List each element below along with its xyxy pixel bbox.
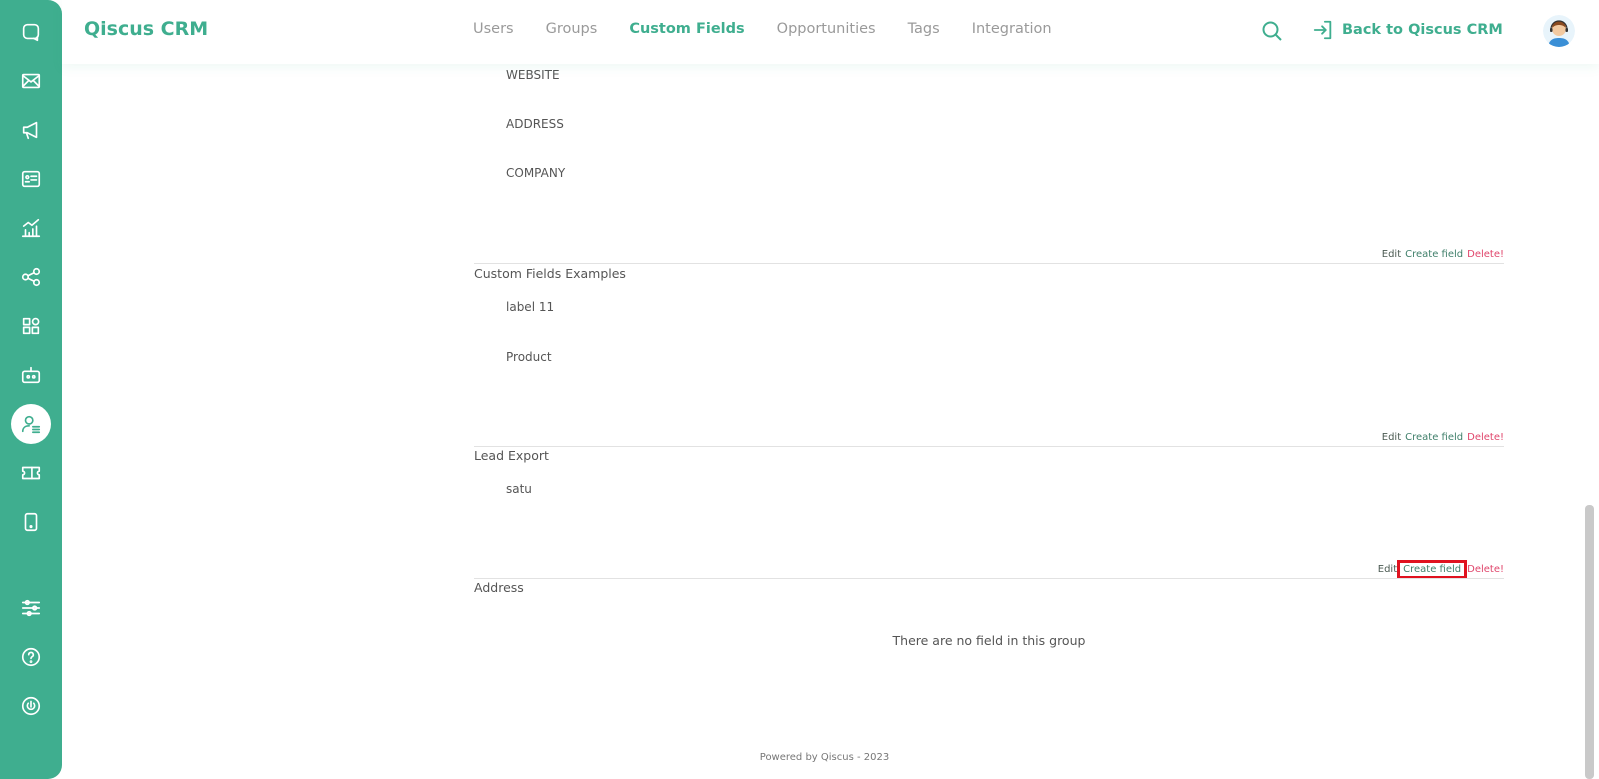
mobile-icon[interactable]	[11, 502, 51, 542]
group-title-address: Address	[474, 580, 524, 595]
sidebar	[0, 0, 62, 779]
share-icon[interactable]	[11, 257, 51, 297]
back-to-crm-link[interactable]: Back to Qiscus CRM	[1312, 19, 1503, 41]
page-scrollbar[interactable]	[1585, 505, 1594, 779]
ticket-icon[interactable]	[11, 453, 51, 493]
avatar[interactable]	[1543, 15, 1575, 47]
search-icon[interactable]	[1260, 19, 1286, 45]
delete-group-button[interactable]: Delete!	[1467, 249, 1504, 260]
edit-group-button[interactable]: Edit	[1382, 249, 1401, 260]
footer: Powered by Qiscus - 2023	[759, 752, 890, 763]
chat-icon[interactable]	[11, 12, 51, 52]
nav-opportunities[interactable]: Opportunities	[777, 21, 876, 37]
group-actions: Edit Create field Delete!	[1382, 432, 1504, 443]
create-field-button[interactable]: Create field	[1405, 432, 1463, 443]
create-field-button[interactable]: Create field	[1405, 249, 1463, 260]
help-icon[interactable]	[11, 637, 51, 677]
mail-icon[interactable]	[11, 61, 51, 101]
field-item: COMPANY	[506, 166, 566, 180]
edit-group-button[interactable]: Edit	[1378, 564, 1397, 575]
nav-custom-fields[interactable]: Custom Fields	[629, 21, 744, 37]
nav-users[interactable]: Users	[473, 21, 514, 37]
contact-card-icon[interactable]	[11, 159, 51, 199]
group-divider	[474, 263, 1504, 264]
group-divider	[474, 578, 1504, 579]
analytics-icon[interactable]	[11, 208, 51, 248]
edit-group-button[interactable]: Edit	[1382, 432, 1401, 443]
settings-sliders-icon[interactable]	[11, 588, 51, 628]
group-actions: Edit Create field Delete!	[1382, 249, 1504, 260]
nav-groups[interactable]: Groups	[546, 21, 598, 37]
back-to-crm-label: Back to Qiscus CRM	[1342, 22, 1503, 38]
nav-integration[interactable]: Integration	[972, 21, 1052, 37]
top-bar: Qiscus CRM Users Groups Custom Fields Op…	[62, 0, 1599, 64]
power-icon[interactable]	[11, 686, 51, 726]
megaphone-icon[interactable]	[11, 110, 51, 150]
group-actions: Edit Create field Delete!	[1378, 560, 1504, 579]
login-arrow-icon	[1313, 20, 1332, 40]
bot-icon[interactable]	[11, 355, 51, 395]
field-item: label 11	[506, 300, 555, 314]
group-divider	[474, 446, 1504, 447]
brand-title[interactable]: Qiscus CRM	[84, 18, 208, 40]
group-title-custom-fields-examples: Custom Fields Examples	[474, 266, 626, 281]
nav-tags[interactable]: Tags	[908, 21, 940, 37]
field-item: satu	[506, 482, 532, 496]
field-item: Product	[506, 350, 552, 364]
create-field-button-highlighted[interactable]: Create field	[1397, 560, 1468, 579]
crm-icon[interactable]	[11, 404, 51, 444]
empty-group-message: There are no field in this group	[892, 633, 1086, 648]
apps-icon[interactable]	[11, 306, 51, 346]
group-title-lead-export: Lead Export	[474, 448, 549, 463]
delete-group-button[interactable]: Delete!	[1467, 564, 1504, 575]
delete-group-button[interactable]: Delete!	[1467, 432, 1504, 443]
field-item: ADDRESS	[506, 117, 564, 131]
field-item: WEBSITE	[506, 68, 560, 82]
main-nav: Users Groups Custom Fields Opportunities…	[473, 21, 1084, 37]
